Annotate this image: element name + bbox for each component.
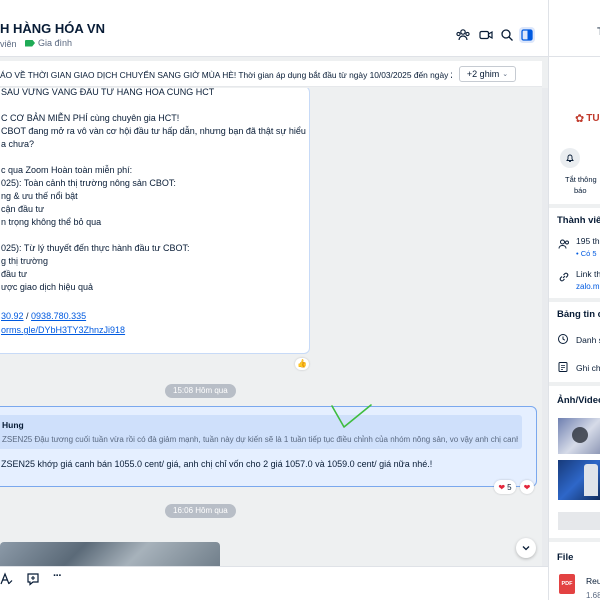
community-icon[interactable] bbox=[455, 27, 471, 43]
group-link-label: Link th bbox=[576, 269, 600, 279]
scroll-to-bottom-button[interactable] bbox=[516, 538, 536, 558]
file-heading[interactable]: File bbox=[557, 552, 573, 563]
message-line: 025): Từ lý thuyết đến thực hành đầu tư … bbox=[1, 243, 190, 253]
members-section: Thành viê 195 thà • Có 5 Link th zalo.me bbox=[549, 208, 600, 298]
time-divider: 15:08 Hôm qua bbox=[165, 384, 236, 398]
chevron-down-icon bbox=[522, 546, 530, 551]
member-count-label[interactable]: viên bbox=[0, 39, 17, 49]
conversation-title[interactable]: H HÀNG HÓA VN bbox=[0, 21, 105, 36]
time-divider: 16:06 Hôm qua bbox=[165, 504, 236, 518]
message-line: C CƠ BẢN MIỄN PHÍ cùng chuyên gia HCT! bbox=[1, 113, 180, 123]
message-list[interactable]: SAU VỮNG VÀNG ĐẦU TƯ HÀNG HÓA CÙNG HCT C… bbox=[0, 88, 548, 566]
media-heading[interactable]: Ảnh/Video bbox=[557, 395, 600, 406]
group-info-card: T ✿ TU Tắt thông báo bbox=[549, 0, 600, 204]
phone-line: 30.92 / 0938.780.335 bbox=[1, 311, 86, 321]
message-line: n trọng không thể bỏ qua bbox=[1, 217, 102, 227]
chat-header: H HÀNG HÓA VN viên Gia đình bbox=[0, 0, 548, 57]
reaction-summary[interactable]: ❤ 5 bbox=[494, 480, 516, 494]
panel-toggle-icon[interactable] bbox=[519, 27, 535, 43]
form-link[interactable]: orms.gle/DYbH3TY3ZhnzJi918 bbox=[1, 325, 125, 335]
reaction-count: 5 bbox=[507, 482, 512, 492]
board-heading[interactable]: Bảng tin c bbox=[557, 309, 600, 320]
file-section: File PDF Reu 1.68 bbox=[549, 542, 600, 600]
bell-icon bbox=[566, 154, 574, 162]
pinned-message-text[interactable]: ÁO VỀ THỜI GIAN GIAO DỊCH CHUYỂN SANG GI… bbox=[0, 70, 452, 80]
media-thumbnail[interactable] bbox=[558, 418, 600, 454]
message-line: g thị trường bbox=[1, 256, 48, 266]
heart-icon: ❤ bbox=[498, 482, 506, 492]
conversation-info-panel: T ✿ TU Tắt thông báo Thành viê 195 thà •… bbox=[548, 0, 600, 600]
member-count[interactable]: 195 thà bbox=[576, 236, 600, 246]
brand-icon: ✿ bbox=[575, 113, 585, 125]
members-heading[interactable]: Thành viê bbox=[557, 215, 600, 226]
message-line: đầu tư bbox=[1, 269, 28, 279]
phone-link[interactable]: 0938.780.335 bbox=[31, 311, 86, 321]
view-all-media-button[interactable] bbox=[558, 512, 600, 530]
message-line: CBOT đang mở ra vô vàn cơ hội đầu tư hấp… bbox=[1, 126, 306, 136]
message-line: c qua Zoom Hoàn toàn miễn phí: bbox=[1, 165, 133, 175]
composer-toolbar: ··· bbox=[0, 566, 548, 600]
chevron-down-icon: ⌄ bbox=[502, 71, 509, 78]
more-pins-label: +2 ghim bbox=[466, 69, 500, 79]
message-line: a chưa? bbox=[1, 139, 35, 149]
media-section: Ảnh/Video bbox=[549, 386, 600, 538]
message-bubble[interactable]: SAU VỮNG VÀNG ĐẦU TƯ HÀNG HÓA CÙNG HCT C… bbox=[0, 88, 310, 354]
message-line: 025): Toàn cảnh thị trường nông sản CBOT… bbox=[1, 178, 176, 188]
text-format-icon[interactable] bbox=[0, 572, 14, 586]
search-icon[interactable] bbox=[499, 27, 515, 43]
conversation-tag[interactable]: Gia đình bbox=[25, 38, 72, 48]
react-button[interactable]: ❤ bbox=[520, 480, 534, 494]
link-icon bbox=[559, 272, 569, 282]
quick-message-icon[interactable] bbox=[26, 572, 40, 586]
message-line: ng & ưu thế nổi bật bbox=[1, 191, 78, 201]
quoted-sender: Hung bbox=[2, 420, 24, 430]
tag-icon bbox=[25, 39, 35, 47]
member-sub: • Có 5 bbox=[576, 249, 597, 258]
divider bbox=[549, 56, 600, 57]
brand-label: TU bbox=[586, 113, 600, 124]
video-call-icon[interactable] bbox=[478, 27, 494, 43]
pdf-icon: PDF bbox=[559, 574, 575, 594]
more-pins-button[interactable]: +2 ghim ⌄ bbox=[459, 66, 516, 82]
thumbnail-figure bbox=[584, 464, 598, 496]
mute-label: báo bbox=[574, 186, 587, 195]
board-item-notes[interactable]: Ghi ch bbox=[576, 363, 600, 373]
play-icon bbox=[572, 427, 588, 443]
board-section: Bảng tin c Danh s Ghi ch bbox=[549, 302, 600, 382]
group-brand: ✿ TU bbox=[575, 112, 600, 125]
note-icon bbox=[558, 362, 568, 372]
mute-notifications-button[interactable] bbox=[560, 148, 580, 168]
phone-link[interactable]: 30.92 bbox=[1, 311, 24, 321]
message-line: cận đầu tư bbox=[1, 204, 45, 214]
pinned-message-bar[interactable]: ÁO VỀ THỜI GIAN GIAO DỊCH CHUYỂN SANG GI… bbox=[0, 61, 542, 87]
file-size: 1.68 bbox=[586, 591, 600, 600]
checkmark-annotation-icon bbox=[331, 404, 372, 428]
tag-label: Gia đình bbox=[38, 38, 73, 48]
more-icon[interactable]: ··· bbox=[53, 570, 67, 584]
quoted-message[interactable]: Hung ZSEN25 Đậu tương cuối tuần vừa rồi … bbox=[0, 415, 522, 449]
quoted-text: ZSEN25 Đậu tương cuối tuần vừa rồi có đà… bbox=[2, 435, 518, 444]
board-item-reminders[interactable]: Danh s bbox=[576, 335, 600, 345]
message-text: ZSEN25 khớp giá canh bán 1055.0 cent/ gi… bbox=[1, 459, 433, 469]
message-line: SAU VỮNG VÀNG ĐẦU TƯ HÀNG HÓA CÙNG HCT bbox=[1, 88, 215, 97]
clock-icon bbox=[558, 334, 568, 344]
message-line: ược giao dịch hiệu quả bbox=[1, 282, 93, 292]
reply-message-bubble[interactable]: Hung ZSEN25 Đậu tương cuối tuần vừa rồi … bbox=[0, 406, 537, 487]
members-icon bbox=[558, 239, 569, 249]
phone-separator: / bbox=[23, 311, 32, 321]
mute-label: Tắt thông bbox=[565, 175, 597, 184]
image-message[interactable] bbox=[0, 542, 220, 566]
media-thumbnail[interactable] bbox=[558, 460, 600, 500]
group-link-url[interactable]: zalo.me bbox=[576, 282, 600, 291]
file-name[interactable]: Reu bbox=[586, 576, 600, 586]
reaction-badge[interactable]: 👍 bbox=[295, 358, 309, 370]
